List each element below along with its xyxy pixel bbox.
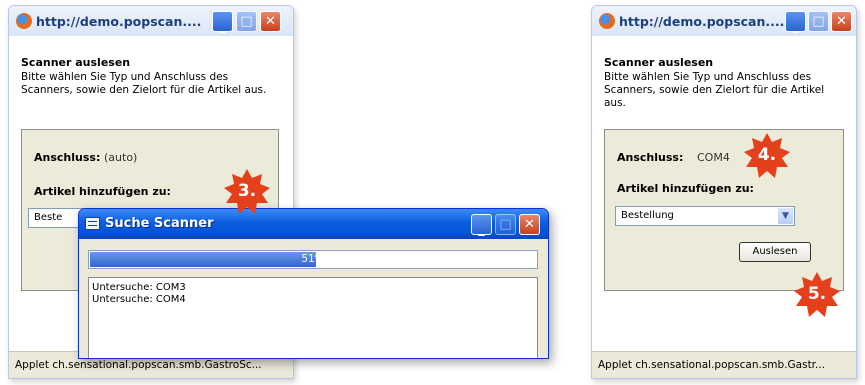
- scan-log: Untersuche: COM3 Untersuche: COM4: [88, 277, 538, 358]
- close-button[interactable]: ✕: [831, 11, 852, 32]
- port-value: COM4: [697, 151, 730, 164]
- close-icon: ✕: [836, 14, 847, 29]
- right-heading: Scanner auslesen: [604, 56, 714, 69]
- right-status-text: Applet ch.sensational.popscan.smb.Gastr.…: [598, 359, 826, 371]
- minimize-icon: _: [478, 222, 485, 237]
- step-3-badge: 3.: [224, 169, 270, 215]
- right-titlebar[interactable]: http://demo.popscan.... _ □ ✕: [592, 6, 856, 36]
- left-window-title: http://demo.popscan....: [36, 14, 202, 29]
- firefox-icon: [16, 13, 32, 29]
- port-label: Anschluss:: [34, 151, 101, 164]
- app-window-icon: [85, 217, 100, 230]
- step-4-number: 4.: [757, 145, 777, 165]
- dialog-minimize-button[interactable]: _: [471, 214, 492, 237]
- close-button[interactable]: ✕: [260, 11, 281, 32]
- target-select[interactable]: Bestellung ▼: [615, 206, 795, 226]
- right-description: Bitte wählen Sie Typ und Anschluss des S…: [604, 71, 825, 109]
- add-to-label: Artikel hinzufügen zu:: [617, 182, 754, 195]
- minimize-button[interactable]: _: [785, 11, 806, 34]
- dialog-maximize-button[interactable]: □: [495, 214, 516, 235]
- target-select-value: Bestellung: [621, 210, 674, 221]
- step-4-badge: 4.: [744, 133, 790, 179]
- close-icon: ✕: [524, 217, 535, 232]
- scanner-search-dialog: Suche Scanner _ □ ✕ 51% Untersuche: COM3…: [78, 208, 549, 359]
- target-select-value: Beste: [34, 212, 63, 223]
- right-settings-panel: Anschluss: COM4 Artikel hinzufügen zu: B…: [604, 129, 844, 291]
- minimize-icon: _: [219, 19, 226, 34]
- maximize-icon: □: [812, 14, 825, 29]
- minimize-icon: _: [792, 19, 799, 34]
- step-5-badge: 5.: [794, 272, 840, 318]
- chevron-down-icon[interactable]: ▼: [778, 208, 793, 224]
- step-3-number: 3.: [237, 181, 257, 201]
- right-window-title: http://demo.popscan....: [619, 14, 785, 29]
- dialog-title: Suche Scanner: [105, 216, 214, 231]
- dialog-close-button[interactable]: ✕: [519, 214, 540, 235]
- right-browser-window: http://demo.popscan.... _ □ ✕ Scanner au…: [591, 5, 857, 379]
- maximize-button[interactable]: □: [808, 11, 829, 32]
- left-titlebar[interactable]: http://demo.popscan.... _ □ ✕: [9, 6, 293, 36]
- close-icon: ✕: [265, 14, 276, 29]
- left-status-text: Applet ch.sensational.popscan.smb.Gastro…: [15, 359, 262, 371]
- log-line: Untersuche: COM4: [92, 294, 186, 305]
- progress-text: 51%: [301, 253, 325, 265]
- port-label: Anschluss:: [617, 151, 684, 164]
- scan-progress-bar: 51%: [88, 250, 538, 269]
- maximize-icon: □: [499, 217, 512, 232]
- read-out-button[interactable]: Auslesen: [739, 242, 811, 262]
- maximize-icon: □: [240, 14, 253, 29]
- left-description: Bitte wählen Sie Typ und Anschluss des S…: [21, 71, 267, 96]
- maximize-button[interactable]: □: [236, 11, 257, 32]
- dialog-titlebar[interactable]: Suche Scanner _ □ ✕: [79, 209, 548, 239]
- log-line: Untersuche: COM3: [92, 282, 186, 293]
- right-statusbar: Applet ch.sensational.popscan.smb.Gastr.…: [592, 351, 856, 378]
- firefox-icon: [599, 13, 615, 29]
- minimize-button[interactable]: _: [212, 11, 233, 34]
- left-heading: Scanner auslesen: [21, 56, 131, 69]
- step-5-number: 5.: [807, 284, 827, 304]
- port-value: (auto): [104, 151, 138, 164]
- add-to-label: Artikel hinzufügen zu:: [34, 185, 171, 198]
